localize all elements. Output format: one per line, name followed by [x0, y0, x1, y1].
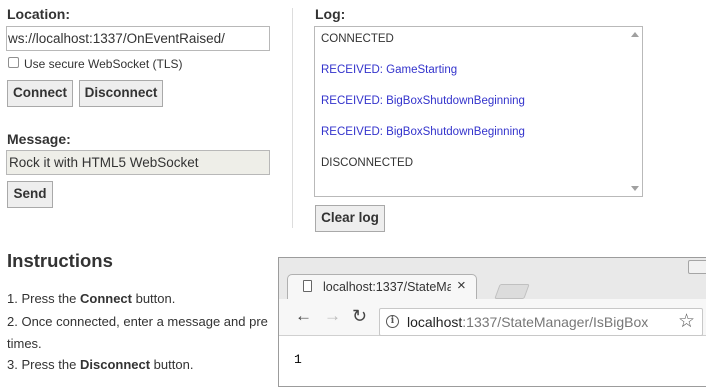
reload-icon[interactable]: ↻	[352, 307, 367, 325]
forward-arrow-icon[interactable]: →	[324, 307, 341, 325]
star-icon[interactable]: ☆	[678, 310, 695, 333]
step-3-keyword: Disconnect	[79, 357, 151, 372]
window-user-icon[interactable]	[688, 260, 706, 274]
browser-tab[interactable]: localhost:1337/StateMan ×	[287, 274, 477, 300]
log-line: RECEIVED: GameStarting	[321, 64, 458, 76]
log-box[interactable]: CONNECTED RECEIVED: GameStarting RECEIVE…	[314, 26, 643, 197]
message-label: Message:	[7, 131, 71, 147]
step-3-suffix: button.	[150, 357, 194, 372]
instruction-step-3: 3. Press the Disconnect button.	[7, 357, 193, 372]
send-button[interactable]: Send	[7, 181, 53, 208]
clear-log-button[interactable]: Clear log	[315, 205, 385, 232]
column-divider	[292, 8, 293, 228]
tab-strip: localhost:1337/StateMan ×	[279, 258, 706, 300]
instruction-step-1: 1. Press the Connect button.	[7, 291, 175, 306]
location-label: Location:	[7, 6, 70, 22]
log-line: DISCONNECTED	[321, 157, 414, 169]
info-icon[interactable]: i	[386, 315, 399, 328]
step-1-suffix: button.	[131, 291, 176, 306]
browser-window: localhost:1337/StateMan × ← → ↻ i localh…	[278, 257, 706, 387]
disconnect-button[interactable]: Disconnect	[79, 80, 163, 107]
step-3-prefix: 3. Press the	[7, 357, 80, 372]
location-input[interactable]: ws://localhost:1337/OnEventRaised/	[6, 26, 270, 51]
log-scrollbar[interactable]	[628, 27, 642, 196]
page-content: 1	[294, 352, 302, 367]
connect-button[interactable]: Connect	[7, 80, 73, 107]
scroll-down-arrow-icon[interactable]	[631, 186, 639, 191]
tab-title: localhost:1337/StateMan	[323, 280, 451, 294]
tls-checkbox-label: Use secure WebSocket (TLS)	[24, 57, 183, 71]
log-line: RECEIVED: BigBoxShutdownBeginning	[321, 95, 525, 107]
new-tab-button[interactable]	[494, 284, 530, 299]
page-icon	[303, 280, 312, 292]
log-label: Log:	[315, 6, 346, 22]
url-host: localhost	[407, 314, 463, 330]
address-bar[interactable]: i localhost:1337/StateManager/IsBigBox ☆	[379, 308, 703, 336]
back-arrow-icon[interactable]: ←	[295, 307, 312, 325]
close-icon[interactable]: ×	[457, 277, 466, 294]
log-line: CONNECTED	[321, 33, 394, 45]
url-path: :1337/StateManager/IsBigBox	[462, 314, 649, 330]
log-line: RECEIVED: BigBoxShutdownBeginning	[321, 126, 525, 138]
instructions-heading: Instructions	[7, 250, 113, 271]
instruction-step-2: 2. Once connected, enter a message and p…	[7, 314, 268, 329]
url-text: localhost:1337/StateManager/IsBigBox	[407, 314, 648, 330]
message-input[interactable]: Rock it with HTML5 WebSocket	[6, 150, 270, 175]
tls-checkbox[interactable]	[8, 57, 19, 68]
step-1-prefix: 1. Press the	[7, 291, 80, 306]
step-1-keyword: Connect	[79, 291, 132, 306]
instruction-step-2-cont: times.	[7, 336, 42, 351]
scroll-up-arrow-icon[interactable]	[631, 32, 639, 37]
